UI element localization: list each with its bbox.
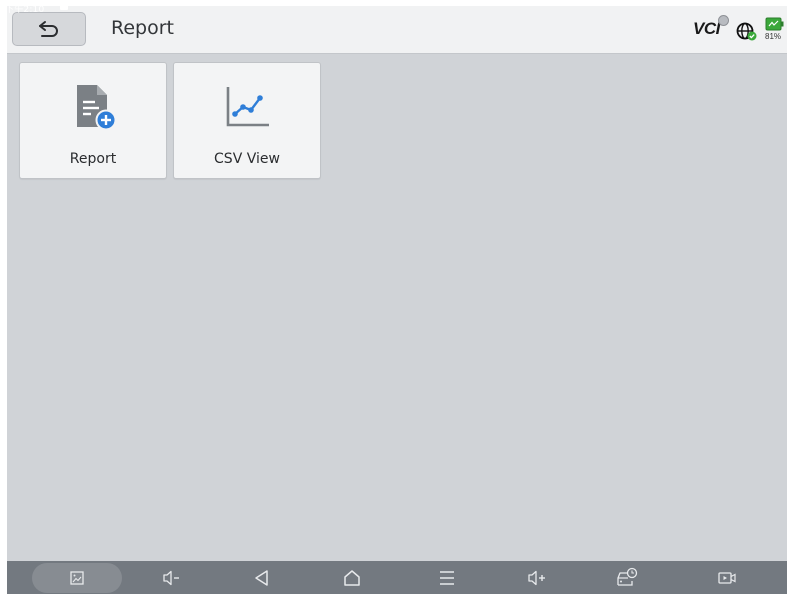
system-navigation-bar	[7, 561, 787, 594]
back-button[interactable]	[12, 12, 86, 46]
page-title: Report	[111, 17, 174, 39]
report-tile[interactable]: Report	[19, 62, 167, 179]
csv-view-tile-label: CSV View	[214, 151, 280, 167]
globe-network-icon	[736, 22, 757, 41]
screen-record-icon	[718, 571, 736, 584]
vehicle-diagnostic-icon	[617, 567, 638, 586]
app-screen: Report VCI 81% Report CSV View	[7, 6, 787, 594]
battery-percentage: 81%	[765, 32, 782, 41]
nav-home-button[interactable]	[322, 561, 382, 594]
nav-back-button[interactable]	[232, 561, 292, 594]
volume-down-icon	[163, 570, 179, 585]
volume-up-icon	[528, 570, 545, 585]
status-bar-time: 下午2:10	[5, 5, 45, 15]
csv-view-tile[interactable]: CSV View	[173, 62, 321, 179]
document-add-icon	[77, 85, 117, 131]
screen-record-button[interactable]	[697, 561, 757, 594]
nav-menu-button[interactable]	[417, 561, 477, 594]
header-bar: Report VCI 81%	[7, 6, 787, 54]
report-tile-label: Report	[69, 151, 117, 167]
volume-down-button[interactable]	[142, 561, 202, 594]
back-triangle-icon	[255, 569, 268, 586]
screenshot-icon	[70, 570, 84, 585]
line-chart-icon	[226, 87, 269, 127]
back-arrow-icon	[39, 21, 58, 37]
notification-icon	[60, 3, 68, 10]
screenshot-button[interactable]	[47, 561, 107, 594]
menu-icon	[440, 570, 454, 585]
volume-up-button[interactable]	[507, 561, 567, 594]
vehicle-diagnostic-button[interactable]	[597, 561, 657, 594]
vci-disconnected-badge-icon	[718, 15, 729, 26]
home-icon	[344, 569, 360, 586]
vci-status-label: VCI	[693, 19, 720, 38]
battery-icon	[765, 17, 784, 31]
